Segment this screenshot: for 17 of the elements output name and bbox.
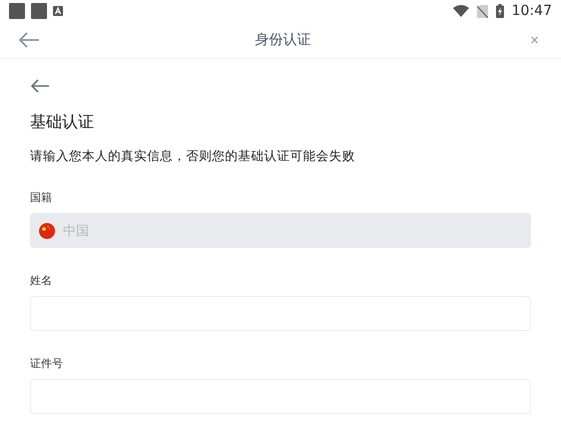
battery-icon — [496, 4, 504, 18]
back-icon[interactable] — [30, 79, 50, 93]
section-title: 基础认证 — [30, 111, 95, 133]
page-title: 身份认证 — [255, 31, 312, 49]
back-icon[interactable] — [18, 32, 40, 48]
field-label: 证件号 — [30, 357, 64, 371]
no-sim-icon — [476, 4, 488, 18]
wifi-icon — [452, 5, 469, 17]
close-button[interactable]: × — [526, 32, 543, 48]
flag-icon — [39, 222, 55, 238]
notification-icon — [31, 3, 47, 19]
notification-icon — [9, 3, 25, 19]
field-label: 姓名 — [30, 274, 53, 288]
field-label: 国籍 — [30, 191, 53, 205]
instruction-text: 请输入您本人的真实信息，否则您的基础认证可能会失败 — [30, 147, 356, 165]
keyboard-icon — [53, 6, 63, 16]
status-time: 10:47 — [512, 3, 552, 19]
